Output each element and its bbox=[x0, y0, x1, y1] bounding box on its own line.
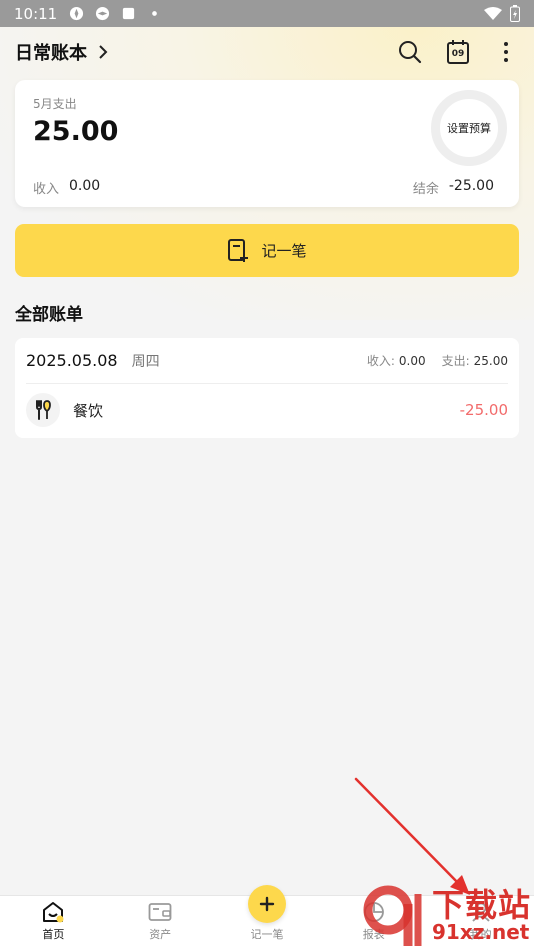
add-note-icon bbox=[228, 238, 249, 262]
site-watermark: 下载站 91xz.net bbox=[362, 882, 534, 950]
nav-home[interactable]: 首页 bbox=[0, 896, 107, 950]
bill-amount: -25.00 bbox=[459, 401, 508, 419]
status-time: 10:11 bbox=[14, 4, 58, 23]
day-income: 收入: 0.00 bbox=[367, 352, 426, 369]
wallet-icon bbox=[148, 901, 172, 923]
account-book-title[interactable]: 日常账本 bbox=[15, 39, 87, 65]
calendar-day: 09 bbox=[451, 49, 465, 59]
balance-summary: 结余 -25.00 bbox=[413, 178, 494, 197]
battery-icon bbox=[510, 5, 520, 22]
watermark-logo-icon bbox=[362, 884, 430, 948]
monthly-summary-card: 5月支出 25.00 设置预算 收入 0.00 结余 -25.00 bbox=[15, 80, 519, 207]
calendar-button[interactable]: 09 bbox=[445, 39, 471, 65]
top-bar: 日常账本 09 bbox=[0, 27, 534, 77]
bill-day-totals: 收入: 0.00 支出: 25.00 bbox=[367, 352, 508, 369]
day-expense: 支出: 25.00 bbox=[442, 352, 508, 369]
nav-record-label: 记一笔 bbox=[250, 928, 284, 941]
watermark-url: 91xz.net bbox=[432, 920, 530, 944]
budget-label: 设置预算 bbox=[447, 122, 491, 135]
bill-list-item[interactable]: 餐饮 -25.00 bbox=[26, 390, 508, 430]
home-icon bbox=[41, 901, 65, 923]
bill-category: 餐饮 bbox=[73, 401, 104, 420]
wifi-icon bbox=[484, 6, 502, 20]
status-bar: 10:11 bbox=[0, 0, 534, 27]
nav-record[interactable]: 记一笔 bbox=[214, 885, 321, 950]
nav-assets-label: 资产 bbox=[149, 928, 172, 941]
bill-date: 2025.05.08 bbox=[26, 351, 118, 370]
nav-assets[interactable]: 资产 bbox=[107, 896, 214, 950]
more-options-button[interactable] bbox=[493, 39, 519, 65]
bill-day-group: 2025.05.08 周四 收入: 0.00 支出: 25.00 餐饮 -25.00 bbox=[15, 338, 519, 438]
income-summary: 收入 0.00 bbox=[33, 178, 100, 197]
notification-icon bbox=[70, 6, 84, 21]
plus-icon bbox=[247, 885, 286, 923]
bill-weekday: 周四 bbox=[131, 353, 160, 370]
record-entry-button[interactable]: 记一笔 bbox=[15, 224, 519, 277]
income-value: 0.00 bbox=[69, 178, 101, 194]
balance-value: -25.00 bbox=[448, 178, 494, 194]
watermark-text: 下载站 bbox=[432, 886, 532, 924]
fork-knife-icon bbox=[26, 393, 60, 427]
all-bills-title: 全部账单 bbox=[15, 305, 83, 325]
day-expense-value: 25.00 bbox=[473, 354, 508, 368]
day-income-label: 收入: bbox=[366, 354, 395, 368]
income-label: 收入 bbox=[33, 182, 60, 197]
bill-day-header: 2025.05.08 周四 收入: 0.00 支出: 25.00 bbox=[26, 338, 508, 384]
search-button[interactable] bbox=[397, 39, 423, 65]
month-expense-amount: 25.00 bbox=[33, 116, 119, 147]
more-notifications-icon bbox=[152, 11, 158, 16]
more-vertical-icon bbox=[504, 42, 508, 62]
day-income-value: 0.00 bbox=[398, 354, 426, 368]
notification-icon bbox=[96, 6, 110, 21]
notification-icon bbox=[123, 7, 135, 20]
month-expense-label: 5月支出 bbox=[33, 97, 77, 111]
nav-home-label: 首页 bbox=[42, 928, 65, 941]
balance-label: 结余 bbox=[412, 182, 439, 197]
search-icon bbox=[399, 41, 422, 64]
day-expense-label: 支出: bbox=[441, 354, 470, 368]
record-entry-label: 记一笔 bbox=[261, 242, 307, 260]
chevron-right-icon[interactable] bbox=[97, 44, 109, 60]
set-budget-button[interactable]: 设置预算 bbox=[431, 90, 507, 166]
